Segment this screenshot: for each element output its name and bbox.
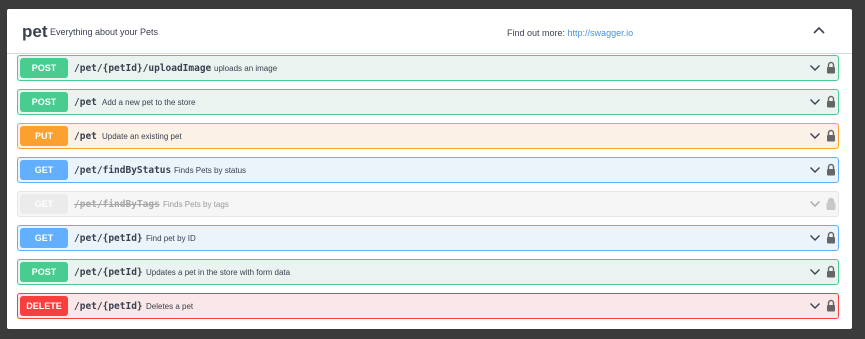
- lock-icon[interactable]: [826, 197, 836, 210]
- method-badge: GET: [20, 160, 68, 180]
- operation-summary: Finds Pets by tags: [163, 200, 229, 209]
- operation-post-pet[interactable]: POST /pet Add a new pet to the store: [17, 89, 839, 115]
- operation-summary: uploads an image: [214, 64, 278, 73]
- pet-tag-section: pet Everything about your Pets Find out …: [7, 9, 852, 329]
- chevron-down-icon[interactable]: [809, 267, 821, 277]
- operation-delete-pet[interactable]: DELETE /pet/{petId} Deletes a pet: [17, 293, 839, 319]
- find-out-more: Find out more: http://swagger.io: [507, 28, 633, 38]
- chevron-down-icon[interactable]: [809, 131, 821, 141]
- operation-path: /pet: [74, 97, 97, 108]
- operation-get-find-by-status[interactable]: GET /pet/findByStatus Finds Pets by stat…: [17, 157, 839, 183]
- method-badge: POST: [20, 58, 68, 78]
- lock-icon[interactable]: [826, 265, 836, 278]
- method-badge: POST: [20, 262, 68, 282]
- lock-icon[interactable]: [826, 163, 836, 176]
- tag-description: Everything about your Pets: [50, 27, 159, 37]
- operation-summary: Update an existing pet: [102, 132, 182, 141]
- tag-header[interactable]: pet Everything about your Pets Find out …: [7, 9, 852, 54]
- method-badge: DELETE: [20, 296, 68, 316]
- method-badge: GET: [20, 194, 68, 214]
- lock-icon[interactable]: [826, 129, 836, 142]
- operation-get-find-by-tags-deprecated[interactable]: GET /pet/findByTags Finds Pets by tags: [17, 191, 839, 217]
- method-badge: PUT: [20, 126, 68, 146]
- chevron-up-icon[interactable]: [811, 23, 827, 39]
- operation-path: /pet/{petId}: [74, 267, 143, 278]
- operation-path: /pet/findByTags: [74, 199, 160, 210]
- operation-path: /pet/{petId}: [74, 301, 143, 312]
- tag-name: pet: [22, 22, 48, 41]
- operation-path: /pet/{petId}: [74, 233, 143, 244]
- operation-get-pet-by-id[interactable]: GET /pet/{petId} Find pet by ID: [17, 225, 839, 251]
- lock-icon[interactable]: [826, 61, 836, 74]
- method-badge: POST: [20, 92, 68, 112]
- operation-summary: Finds Pets by status: [174, 166, 247, 175]
- method-badge: GET: [20, 228, 68, 248]
- operation-path: /pet: [74, 131, 97, 142]
- find-out-more-label: Find out more:: [507, 28, 566, 38]
- lock-icon[interactable]: [826, 299, 836, 312]
- chevron-down-icon[interactable]: [809, 165, 821, 175]
- operation-summary: Find pet by ID: [146, 234, 196, 243]
- operation-summary: Deletes a pet: [146, 302, 194, 311]
- chevron-down-icon[interactable]: [809, 301, 821, 311]
- operation-summary: Updates a pet in the store with form dat…: [146, 268, 291, 277]
- chevron-down-icon[interactable]: [809, 233, 821, 243]
- find-out-more-link[interactable]: http://swagger.io: [568, 28, 634, 38]
- lock-icon[interactable]: [826, 231, 836, 244]
- operation-path: /pet/findByStatus: [74, 165, 172, 176]
- chevron-down-icon[interactable]: [809, 97, 821, 107]
- operation-post-upload-image[interactable]: POST /pet/{petId}/uploadImage uploads an…: [17, 55, 839, 81]
- operation-put-pet[interactable]: PUT /pet Update an existing pet: [17, 123, 839, 149]
- operation-post-update-pet[interactable]: POST /pet/{petId} Updates a pet in the s…: [17, 259, 839, 285]
- chevron-down-icon[interactable]: [809, 63, 821, 73]
- operation-summary: Add a new pet to the store: [102, 98, 196, 107]
- operation-path: /pet/{petId}/uploadImage: [74, 63, 212, 74]
- lock-icon[interactable]: [826, 95, 836, 108]
- chevron-down-icon[interactable]: [809, 199, 821, 209]
